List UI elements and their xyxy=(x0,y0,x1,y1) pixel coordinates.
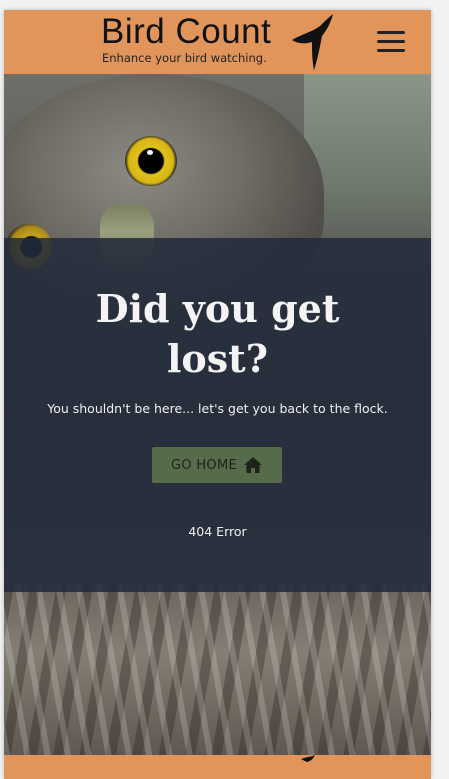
error-code: 404 Error xyxy=(188,524,247,539)
menu-bar xyxy=(377,49,405,52)
go-home-button[interactable]: GO HOME xyxy=(152,447,282,483)
error-panel: Did you get lost? You shouldn't be here.… xyxy=(4,238,431,592)
owl-eye xyxy=(125,136,177,186)
site-footer xyxy=(4,755,431,779)
menu-bar xyxy=(377,31,405,34)
site-header: Bird Count Enhance your bird watching. xyxy=(4,10,431,74)
error-message: You shouldn't be here... let's get you b… xyxy=(47,401,388,416)
owl-feathers xyxy=(4,584,431,755)
swallow-bird-icon xyxy=(301,755,315,762)
swallow-bird-icon xyxy=(292,14,333,70)
go-home-label: GO HOME xyxy=(171,457,237,473)
page-title: Did you get lost? xyxy=(95,286,340,381)
page-frame: Bird Count Enhance your bird watching. D… xyxy=(4,10,431,779)
home-icon xyxy=(243,457,262,473)
menu-bar xyxy=(377,40,405,43)
hamburger-menu-button[interactable] xyxy=(377,28,405,56)
site-title[interactable]: Bird Count xyxy=(101,12,271,52)
site-tagline: Enhance your bird watching. xyxy=(102,51,267,65)
